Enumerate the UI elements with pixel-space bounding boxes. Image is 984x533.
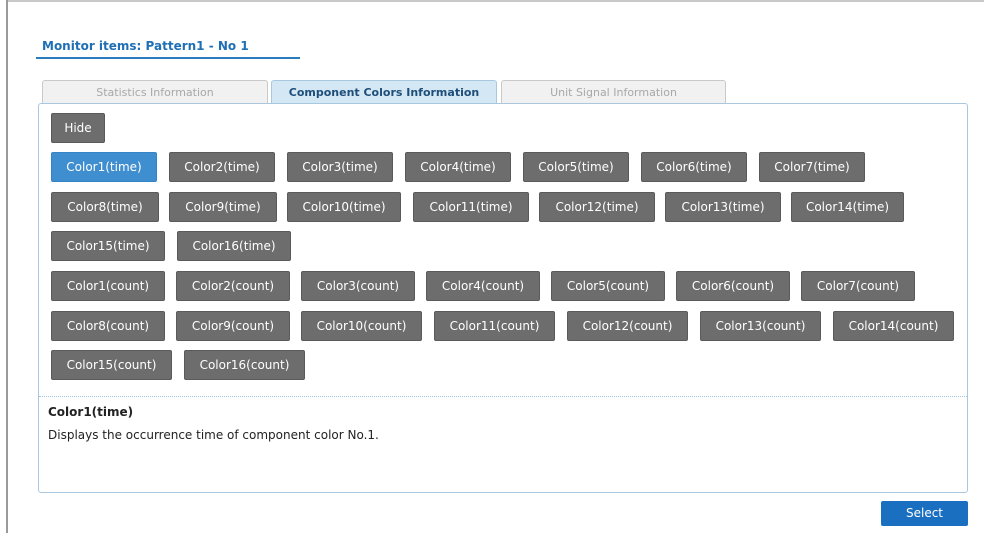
color8-count-button[interactable]: Color8(count) [51,311,165,341]
window-left-border [6,0,8,533]
color3-count-button[interactable]: Color3(count) [301,271,415,301]
color2-count-button[interactable]: Color2(count) [176,271,290,301]
color3-time-button[interactable]: Color3(time) [287,152,393,182]
color16-count-button[interactable]: Color16(count) [184,350,305,380]
color10-count-button[interactable]: Color10(count) [301,311,422,341]
hide-button[interactable]: Hide [51,113,105,143]
color6-count-button[interactable]: Color6(count) [676,271,790,301]
color7-count-button[interactable]: Color7(count) [801,271,915,301]
color15-count-button[interactable]: Color15(count) [51,350,172,380]
color12-count-button[interactable]: Color12(count) [567,311,688,341]
color13-time-button[interactable]: Color13(time) [665,192,781,222]
color5-time-button[interactable]: Color5(time) [523,152,629,182]
color11-time-button[interactable]: Color11(time) [413,192,529,222]
tab-component-colors-information[interactable]: Component Colors Information [271,80,497,103]
color9-time-button[interactable]: Color9(time) [169,192,277,222]
color9-count-button[interactable]: Color9(count) [176,311,290,341]
title-underline [36,57,300,59]
color5-count-button[interactable]: Color5(count) [551,271,665,301]
description-title: Color1(time) [48,405,134,419]
window-top-border [8,0,984,2]
tab-statistics-information[interactable]: Statistics Information [42,80,268,103]
color7-time-button[interactable]: Color7(time) [759,152,865,182]
color10-time-button[interactable]: Color10(time) [287,192,401,222]
color11-count-button[interactable]: Color11(count) [434,311,555,341]
color6-time-button[interactable]: Color6(time) [641,152,747,182]
tab-unit-signal-information[interactable]: Unit Signal Information [501,80,726,103]
color1-time-button[interactable]: Color1(time) [51,152,157,182]
color13-count-button[interactable]: Color13(count) [700,311,821,341]
color2-time-button[interactable]: Color2(time) [169,152,275,182]
color12-time-button[interactable]: Color12(time) [539,192,655,222]
description-divider [39,396,967,397]
color4-count-button[interactable]: Color4(count) [426,271,540,301]
color8-time-button[interactable]: Color8(time) [51,192,159,222]
color14-count-button[interactable]: Color14(count) [833,311,954,341]
color14-time-button[interactable]: Color14(time) [791,192,904,222]
page-title: Monitor items: Pattern1 - No 1 [42,39,249,53]
color1-count-button[interactable]: Color1(count) [51,271,165,301]
description-text: Displays the occurrence time of componen… [48,428,379,442]
select-button[interactable]: Select [881,501,968,526]
color15-time-button[interactable]: Color15(time) [51,231,165,261]
color4-time-button[interactable]: Color4(time) [405,152,511,182]
color16-time-button[interactable]: Color16(time) [177,231,291,261]
